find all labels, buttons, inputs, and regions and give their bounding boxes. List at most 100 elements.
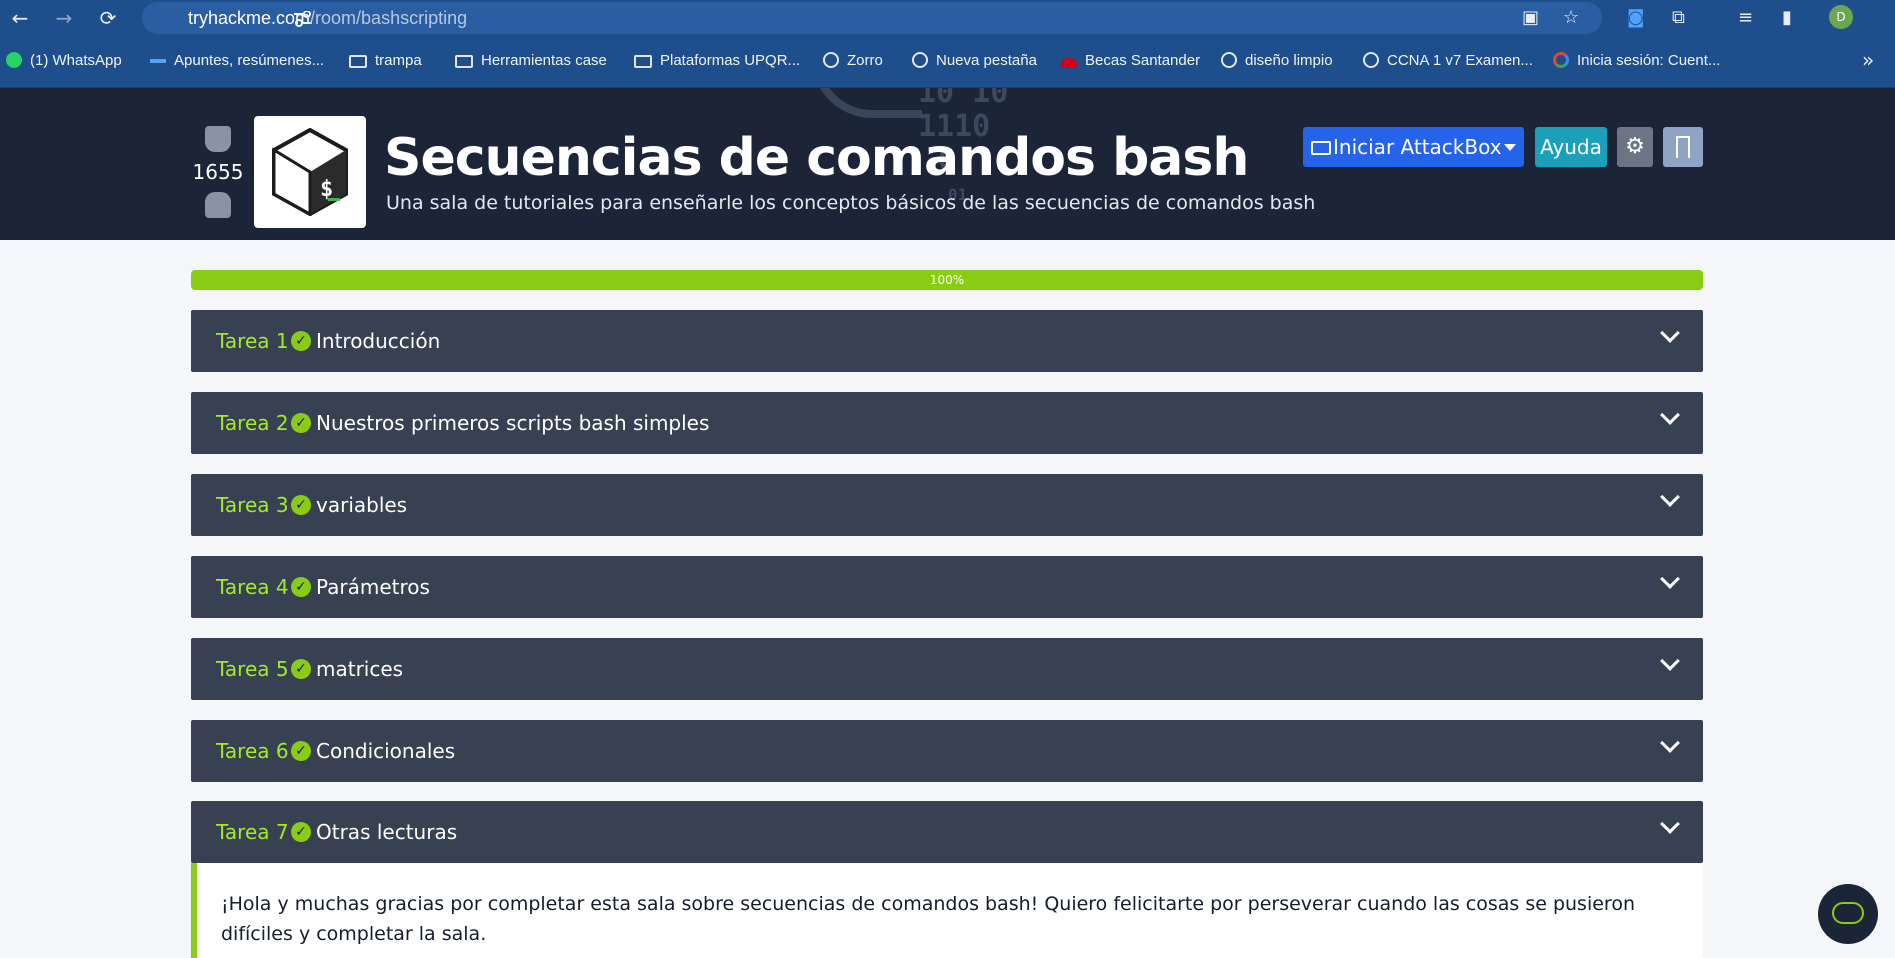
caret-down-icon[interactable] <box>1504 144 1516 151</box>
task-number: Tarea 2 <box>216 411 289 435</box>
url-domain: tryhackme.com <box>188 8 311 28</box>
bg-digit-line: 10 10 <box>918 88 1009 110</box>
extension-blue-icon[interactable]: ◙ <box>1627 7 1644 28</box>
extensions-puzzle-icon[interactable]: ⧉ <box>1672 7 1685 28</box>
task-3-header[interactable]: Tarea 3 ✓ variables <box>191 474 1703 536</box>
check-circle-icon: ✓ <box>291 413 311 433</box>
folder-icon <box>455 55 473 68</box>
task-title: Introducción <box>316 329 441 353</box>
chevron-down-icon[interactable] <box>1660 814 1680 834</box>
task-4-header[interactable]: Tarea 4 ✓ Parámetros <box>191 556 1703 618</box>
task-2-header[interactable]: Tarea 2 ✓ Nuestros primeros scripts bash… <box>191 392 1703 454</box>
url-text[interactable]: tryhackme.com/room/bashscripting <box>188 8 467 29</box>
chevron-down-icon[interactable] <box>1660 733 1680 753</box>
task-5-header[interactable]: Tarea 5 ✓ matrices <box>191 638 1703 700</box>
chat-button[interactable] <box>1818 884 1878 944</box>
bookmark-label: Nueva pestaña <box>936 52 1037 69</box>
bookmark-zorro[interactable]: Zorro <box>823 52 883 69</box>
check-circle-icon: ✓ <box>291 822 311 842</box>
folder-icon <box>634 55 652 68</box>
bookmark-becas[interactable]: Becas Santander <box>1061 52 1200 69</box>
background-decoration <box>812 88 922 118</box>
bookmark-plataformas[interactable]: Plataformas UPQR... <box>634 52 800 69</box>
browser-toolbar: ← → ⟳ tryhackme.com/room/bashscripting ▣… <box>0 0 1895 36</box>
task-7-header[interactable]: Tarea 7 ✓ Otras lecturas <box>191 801 1703 863</box>
task-1-header[interactable]: Tarea 1 ✓ Introducción <box>191 310 1703 372</box>
bookmark-label: (1) WhatsApp <box>30 52 122 69</box>
help-button[interactable]: Ayuda <box>1535 127 1607 167</box>
task-6-header[interactable]: Tarea 6 ✓ Condicionales <box>191 720 1703 782</box>
start-attackbox-button[interactable]: Iniciar AttackBox <box>1303 127 1524 167</box>
progress-label: 100% <box>929 273 965 287</box>
check-circle-icon: ✓ <box>291 495 311 515</box>
task-number: Tarea 7 <box>216 820 289 844</box>
room-progress-bar: 100% <box>191 270 1703 290</box>
bookmark-google[interactable]: Inicia sesión: Cuent... <box>1553 52 1720 69</box>
profile-avatar[interactable]: D <box>1829 5 1853 29</box>
task-7-body: ¡Hola y muchas gracias por completar est… <box>191 863 1703 958</box>
globe-icon <box>912 52 928 68</box>
reload-icon[interactable]: ⟳ <box>96 6 120 30</box>
chevron-down-icon[interactable] <box>1660 405 1680 425</box>
check-circle-icon: ✓ <box>291 741 311 761</box>
vote-count: 1655 <box>192 160 244 184</box>
room-subtitle: Una sala de tutoriales para enseñarle lo… <box>386 192 1316 214</box>
bookmark-label: Plataformas UPQR... <box>660 52 801 69</box>
bookmark-icon <box>150 59 166 63</box>
task-title: variables <box>316 493 408 517</box>
laptop-icon <box>1311 141 1331 155</box>
google-icon <box>1553 52 1569 68</box>
chevron-down-icon[interactable] <box>1660 323 1680 343</box>
room-title: Secuencias de comandos bash <box>384 128 1249 188</box>
bookmark-nueva-pestana[interactable]: Nueva pestaña <box>912 52 1037 69</box>
bookmark-icon <box>1676 136 1690 158</box>
bookmark-ccna[interactable]: CCNA 1 v7 Examen... <box>1363 52 1533 69</box>
thumbs-down-icon[interactable] <box>205 192 231 218</box>
url-path: /room/bashscripting <box>310 8 468 28</box>
translate-icon[interactable]: ▣ <box>1522 7 1539 28</box>
thumbs-up-icon[interactable] <box>205 126 231 152</box>
task-title: Parámetros <box>316 575 430 599</box>
bash-cube-icon: $ <box>272 128 348 216</box>
globe-icon <box>1363 52 1379 68</box>
chevron-down-icon[interactable] <box>1660 651 1680 671</box>
santander-icon <box>1061 58 1077 68</box>
star-icon[interactable]: ☆ <box>1563 7 1579 28</box>
reading-list-icon[interactable]: ≡ <box>1738 7 1753 28</box>
bookmarks-bar: (1) WhatsApp Apuntes, resúmenes... tramp… <box>0 36 1895 88</box>
bookmark-whatsapp[interactable]: (1) WhatsApp <box>6 52 122 69</box>
bookmark-label: diseño limpio <box>1245 52 1333 69</box>
bookmark-apuntes[interactable]: Apuntes, resúmenes... <box>150 52 324 69</box>
whatsapp-icon <box>6 52 22 68</box>
bookmark-label: Zorro <box>847 52 883 69</box>
forward-arrow-icon[interactable]: → <box>52 6 76 30</box>
task-title: matrices <box>316 657 404 681</box>
attackbox-label: Iniciar AttackBox <box>1333 135 1502 159</box>
bookmark-label: trampa <box>375 52 422 69</box>
bookmark-herramientas[interactable]: Herramientas case <box>455 52 607 69</box>
bookmark-diseno[interactable]: diseño limpio <box>1221 52 1333 69</box>
room-header: 10 10 1110 0 01 1655 $ Secuencias de com… <box>0 88 1895 240</box>
gear-icon[interactable]: ⚙ <box>1617 127 1653 167</box>
chevron-down-icon[interactable] <box>1660 569 1680 589</box>
chevron-down-icon[interactable] <box>1660 487 1680 507</box>
folder-icon <box>349 55 367 68</box>
task-number: Tarea 5 <box>216 657 289 681</box>
back-arrow-icon[interactable]: ← <box>8 6 32 30</box>
save-room-button[interactable] <box>1663 127 1703 167</box>
check-circle-icon: ✓ <box>291 659 311 679</box>
bookmark-label: CCNA 1 v7 Examen... <box>1387 52 1533 69</box>
check-circle-icon: ✓ <box>291 577 311 597</box>
task-number: Tarea 3 <box>216 493 289 517</box>
bookmark-label: Herramientas case <box>481 52 607 69</box>
task-number: Tarea 4 <box>216 575 289 599</box>
task-number: Tarea 6 <box>216 739 289 763</box>
globe-icon <box>823 52 839 68</box>
side-panel-icon[interactable]: ▮ <box>1782 7 1792 28</box>
check-circle-icon: ✓ <box>291 331 311 351</box>
bookmark-label: Becas Santander <box>1085 52 1201 69</box>
bookmark-trampa[interactable]: trampa <box>349 52 422 69</box>
bookmark-label: Apuntes, resúmenes... <box>174 52 325 69</box>
task-number: Tarea 1 <box>216 329 289 353</box>
more-bookmarks-icon[interactable]: » <box>1862 48 1874 72</box>
